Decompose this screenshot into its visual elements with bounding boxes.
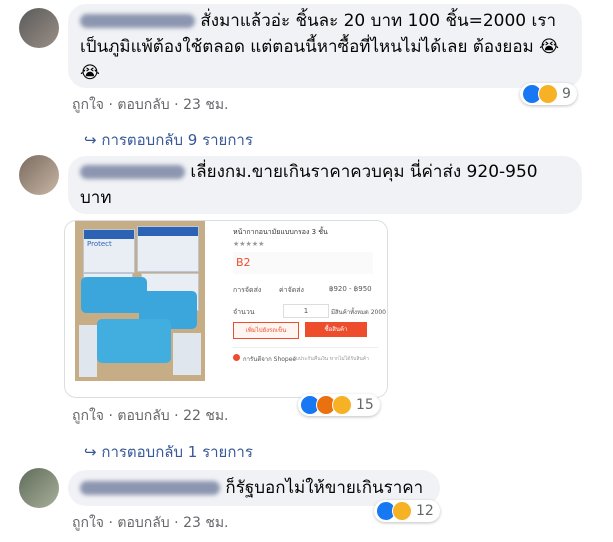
quantity-value: 1 xyxy=(303,307,309,315)
buy-now-button[interactable]: ซื้อสินค้า xyxy=(305,322,367,337)
commenter-name[interactable] xyxy=(80,165,185,179)
product-variant: B2 xyxy=(236,256,251,269)
sad-icon xyxy=(538,84,558,104)
reaction-summary[interactable]: 12 xyxy=(374,500,440,522)
add-to-cart-label: เพิ่มไปยังรถเข็น xyxy=(245,327,287,334)
comment-bubble: เลี่ยงกม.ขายเกินราคาควบคุม นี่ค่าส่ง 920… xyxy=(68,156,582,214)
shopee-guarantee-icon xyxy=(233,354,240,361)
laugh-icon xyxy=(392,501,412,521)
box-brand-label: Protect xyxy=(87,240,112,248)
add-to-cart-button[interactable]: เพิ่มไปยังรถเข็น xyxy=(233,322,299,339)
quantity-stepper[interactable]: 1 xyxy=(283,304,329,318)
guarantee-label: การันตีจาก Shopee xyxy=(243,356,297,363)
reaction-summary[interactable]: 15 xyxy=(298,394,380,416)
like-link[interactable]: ถูกใจ xyxy=(72,405,104,427)
reaction-count: 12 xyxy=(416,503,434,519)
reaction-count: 15 xyxy=(356,397,374,413)
like-link[interactable]: ถูกใจ xyxy=(72,512,104,534)
shipping-label: การจัดส่ง xyxy=(233,286,262,294)
view-replies[interactable]: ↪ การตอบกลับ 9 รายการ xyxy=(84,128,253,152)
reaction-count: 9 xyxy=(562,86,571,102)
buy-now-label: ซื้อสินค้า xyxy=(324,326,348,333)
commenter-name[interactable] xyxy=(80,14,195,28)
mask-boxes-photo: Protect xyxy=(75,221,205,381)
reply-link[interactable]: ตอบกลับ xyxy=(117,405,169,427)
comment-actions: ถูกใจ · ตอบกลับ · 23 ชม. xyxy=(72,512,229,534)
shipping-value: ค่าจัดส่ง xyxy=(279,286,304,294)
comment-bubble: สั่งมาแล้วอ่ะ ชิ้นละ 20 บาท 100 ชิ้น=200… xyxy=(68,4,582,88)
replies-count: การตอบกลับ 9 รายการ xyxy=(101,131,253,149)
avatar[interactable] xyxy=(19,468,59,508)
view-replies[interactable]: ↪ การตอบกลับ 1 รายการ xyxy=(84,440,253,464)
reply-arrow-icon: ↪ xyxy=(84,131,97,149)
stock-text: มีสินค้าทั้งหมด 2000 ชิ้น xyxy=(331,309,387,316)
timestamp[interactable]: 22 ชม. xyxy=(183,405,228,427)
reaction-summary[interactable]: 9 xyxy=(520,83,577,105)
like-link[interactable]: ถูกใจ xyxy=(72,94,104,116)
comment-actions: ถูกใจ · ตอบกลับ · 22 ชม. xyxy=(72,405,229,427)
comment-text: ก็รัฐบอกไม่ให้ขายเกินราคา xyxy=(225,478,424,498)
guarantee-desc: รับประกันคืนเงิน หากไม่ได้รับสินค้า xyxy=(293,356,369,362)
commenter-name[interactable] xyxy=(80,481,220,495)
reply-arrow-icon: ↪ xyxy=(84,443,97,461)
reply-link[interactable]: ตอบกลับ xyxy=(117,512,169,534)
product-title: หน้ากากอนามัยแบบกรอง 3 ชั้น xyxy=(233,228,328,236)
avatar[interactable] xyxy=(19,155,59,195)
product-page-screenshot: หน้ากากอนามัยแบบกรอง 3 ชั้น ★★★★★ B2 การ… xyxy=(213,221,387,397)
shipping-price: ฿920 - ฿950 xyxy=(329,285,372,293)
quantity-label: จำนวน xyxy=(233,308,255,316)
attachment-image[interactable]: Protect หน้ากากอนามัยแบบกรอง 3 ชั้น ★★★★… xyxy=(64,220,388,398)
avatar[interactable] xyxy=(19,8,59,48)
reply-link[interactable]: ตอบกลับ xyxy=(117,94,169,116)
comment-actions: ถูกใจ · ตอบกลับ · 23 ชม. xyxy=(72,94,229,116)
wow-icon xyxy=(332,395,352,415)
timestamp[interactable]: 23 ชม. xyxy=(183,94,228,116)
timestamp[interactable]: 23 ชม. xyxy=(183,512,228,534)
replies-count: การตอบกลับ 1 รายการ xyxy=(101,443,253,461)
